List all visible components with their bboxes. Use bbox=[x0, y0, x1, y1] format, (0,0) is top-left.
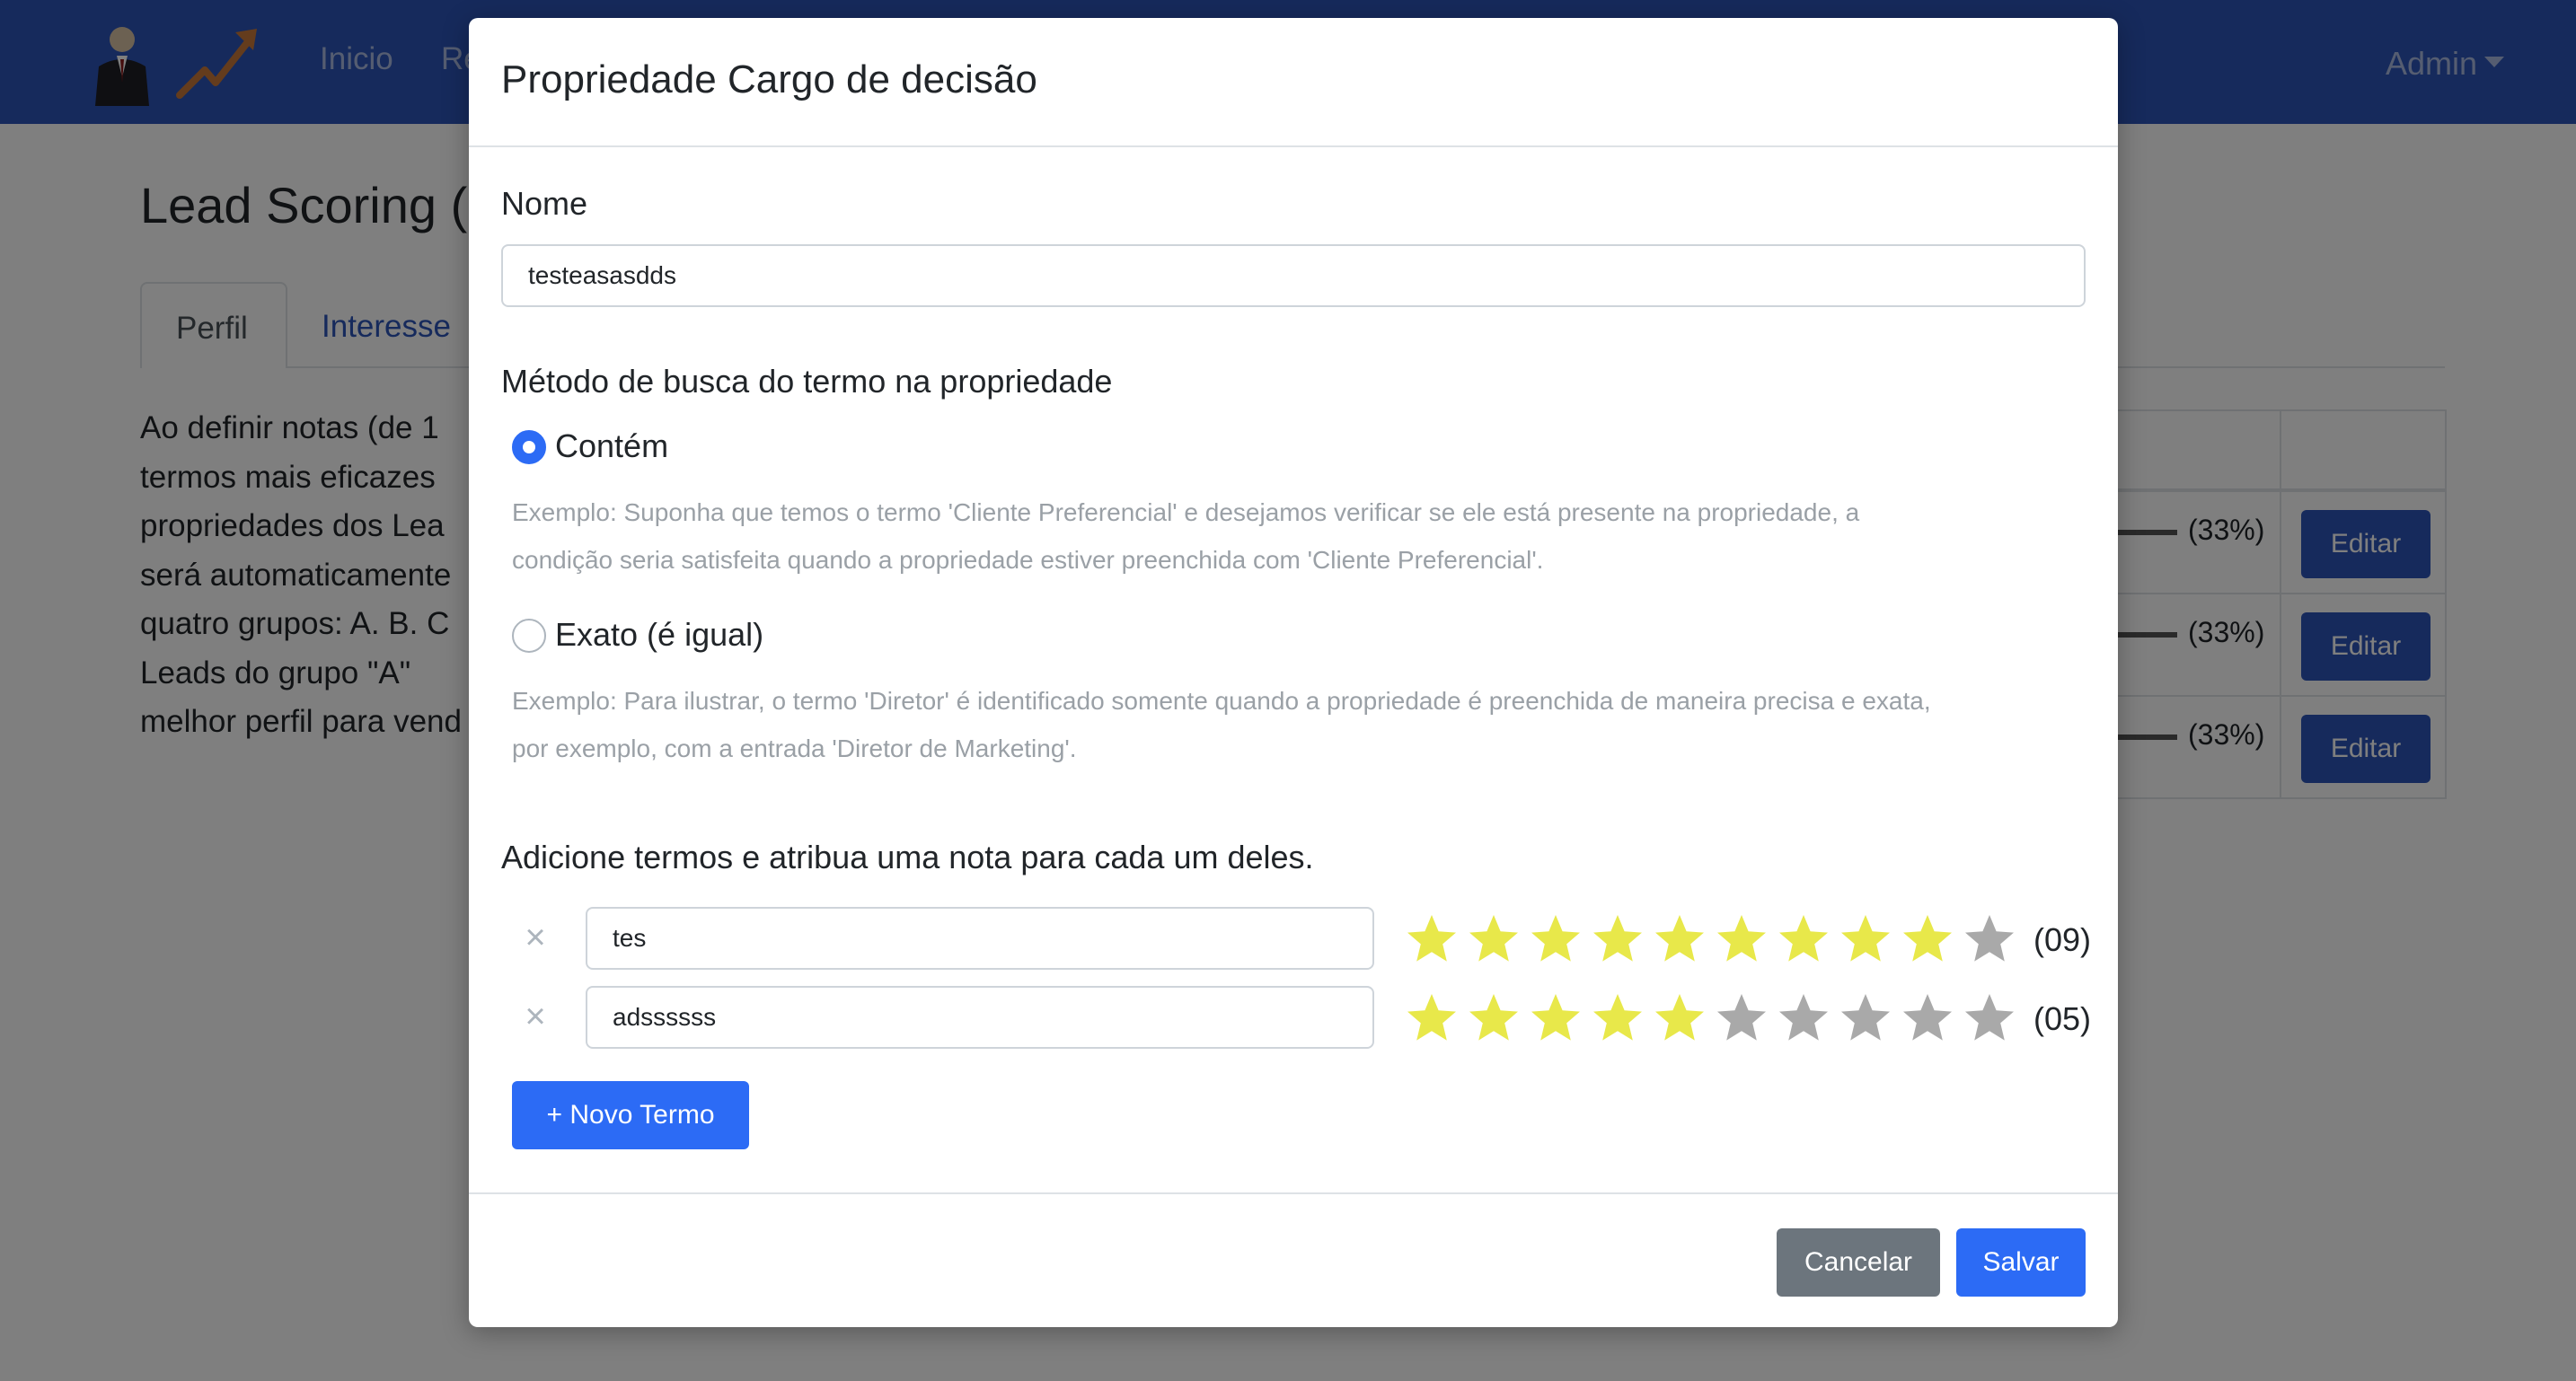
star-icon-filled[interactable] bbox=[1405, 991, 1459, 1045]
star-icon-filled[interactable] bbox=[1777, 912, 1831, 966]
star-icon-filled[interactable] bbox=[1839, 912, 1892, 966]
star-icon-filled[interactable] bbox=[1529, 912, 1583, 966]
star-icon-filled[interactable] bbox=[1653, 912, 1707, 966]
modal-footer: Cancelar Salvar bbox=[469, 1192, 2118, 1327]
cancel-button[interactable]: Cancelar bbox=[1777, 1228, 1940, 1297]
score-label: (05) bbox=[2033, 1000, 2092, 1037]
radio-label-exato[interactable]: Exato (é igual) bbox=[555, 616, 763, 654]
star-icon-filled[interactable] bbox=[1901, 912, 1954, 966]
close-icon[interactable]: × bbox=[519, 919, 551, 955]
help-text-exato: Exemplo: Para ilustrar, o termo 'Diretor… bbox=[512, 677, 2093, 772]
star-icon-filled[interactable] bbox=[1467, 991, 1521, 1045]
modal-title: Propriedade Cargo de decisão bbox=[501, 57, 1037, 101]
add-term-button[interactable]: + Novo Termo bbox=[512, 1081, 749, 1149]
save-button[interactable]: Salvar bbox=[1956, 1228, 2086, 1297]
star-icon-empty[interactable] bbox=[1963, 991, 2016, 1045]
help-text-contem: Exemplo: Suponha que temos o termo 'Clie… bbox=[512, 488, 2093, 584]
star-icon-filled[interactable] bbox=[1715, 912, 1769, 966]
terms-label: Adicione termos e atribua uma nota para … bbox=[501, 839, 1314, 875]
help-line: Exemplo: Para ilustrar, o termo 'Diretor… bbox=[512, 687, 1931, 715]
radio-button-checked[interactable] bbox=[512, 430, 546, 464]
radio-button-unchecked[interactable] bbox=[512, 619, 546, 653]
star-icon-empty[interactable] bbox=[1715, 991, 1769, 1045]
name-input[interactable] bbox=[501, 244, 2086, 307]
term-row: × (09) bbox=[512, 907, 2102, 972]
star-icon-filled[interactable] bbox=[1591, 912, 1645, 966]
star-icon-empty[interactable] bbox=[1777, 991, 1831, 1045]
help-line: Exemplo: Suponha que temos o termo 'Clie… bbox=[512, 498, 1860, 526]
name-label: Nome bbox=[501, 185, 588, 222]
help-line: por exemplo, com a entrada 'Diretor de M… bbox=[512, 734, 1077, 762]
property-modal: Propriedade Cargo de decisão Nome Método… bbox=[469, 18, 2118, 1327]
term-input[interactable] bbox=[586, 907, 1374, 970]
term-row: × (05) bbox=[512, 986, 2102, 1051]
close-icon[interactable]: × bbox=[519, 998, 551, 1034]
star-icon-filled[interactable] bbox=[1653, 991, 1707, 1045]
star-icon-empty[interactable] bbox=[1963, 912, 2016, 966]
star-icon-filled[interactable] bbox=[1467, 912, 1521, 966]
method-label: Método de busca do termo na propriedade bbox=[501, 363, 1113, 400]
star-icon-empty[interactable] bbox=[1839, 991, 1892, 1045]
star-icon-filled[interactable] bbox=[1529, 991, 1583, 1045]
help-line: condição seria satisfeita quando a propr… bbox=[512, 546, 1544, 574]
star-icon-filled[interactable] bbox=[1591, 991, 1645, 1045]
modal-header: Propriedade Cargo de decisão bbox=[469, 18, 2118, 147]
star-icon-filled[interactable] bbox=[1405, 912, 1459, 966]
score-label: (09) bbox=[2033, 921, 2092, 958]
star-icon-empty[interactable] bbox=[1901, 991, 1954, 1045]
radio-label-contem[interactable]: Contém bbox=[555, 427, 668, 465]
term-input[interactable] bbox=[586, 986, 1374, 1049]
